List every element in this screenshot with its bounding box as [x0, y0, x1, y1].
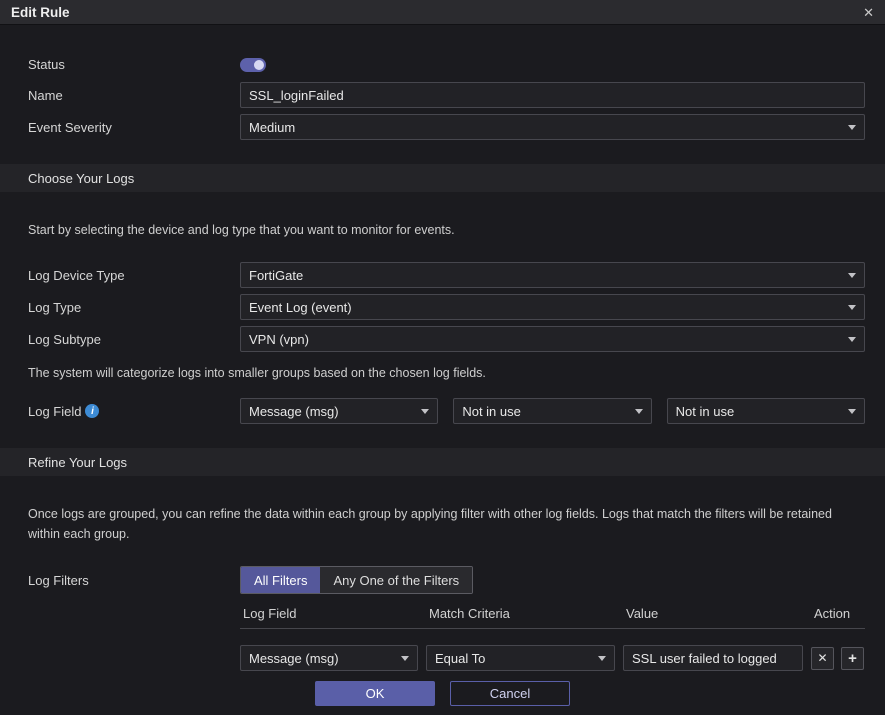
event-severity-select[interactable]: Medium — [240, 114, 865, 140]
chevron-down-icon — [848, 409, 856, 414]
choose-logs-intro: Start by selecting the device and log ty… — [28, 220, 843, 240]
chevron-down-icon — [401, 656, 409, 661]
all-filters-button[interactable]: All Filters — [241, 567, 320, 593]
name-label: Name — [28, 88, 240, 103]
refine-logs-intro: Once logs are grouped, you can refine th… — [28, 504, 843, 544]
toggle-knob — [254, 60, 264, 70]
log-filter-row: Message (msg) Equal To ✕ + — [240, 645, 865, 671]
chevron-down-icon — [848, 337, 856, 342]
add-icon: + — [848, 650, 857, 667]
log-field-select-1-value: Message (msg) — [249, 404, 339, 419]
chevron-down-icon — [848, 305, 856, 310]
log-field-label-text: Log Field — [28, 404, 81, 419]
any-filters-button[interactable]: Any One of the Filters — [320, 567, 472, 593]
log-field-row: Log Field i Message (msg) Not in use Not… — [28, 398, 865, 424]
chevron-down-icon — [635, 409, 643, 414]
log-field-select-3-value: Not in use — [676, 404, 735, 419]
info-icon[interactable]: i — [85, 404, 99, 418]
filter-mode-toggle-group: All Filters Any One of the Filters — [240, 566, 473, 594]
dialog-title: Edit Rule — [11, 5, 70, 20]
dialog-footer: OK Cancel — [0, 681, 885, 706]
close-icon[interactable]: ✕ — [863, 6, 874, 19]
remove-filter-button[interactable]: ✕ — [811, 647, 834, 670]
add-filter-button[interactable]: + — [841, 647, 864, 670]
log-device-type-label: Log Device Type — [28, 268, 240, 283]
refine-logs-section-title: Refine Your Logs — [28, 455, 127, 470]
filter-match-criteria-select[interactable]: Equal To — [426, 645, 615, 671]
log-type-label: Log Type — [28, 300, 240, 315]
column-header-match-criteria: Match Criteria — [429, 606, 626, 621]
log-subtype-row: Log Subtype VPN (vpn) — [28, 326, 865, 352]
column-header-value: Value — [626, 606, 814, 621]
ok-button[interactable]: OK — [315, 681, 435, 706]
log-field-label: Log Field i — [28, 404, 240, 419]
status-row: Status — [28, 57, 865, 72]
filter-log-field-value: Message (msg) — [249, 651, 339, 666]
event-severity-row: Event Severity Medium — [28, 114, 865, 140]
log-field-select-2-value: Not in use — [462, 404, 521, 419]
log-type-select[interactable]: Event Log (event) — [240, 294, 865, 320]
filter-value-input[interactable] — [623, 645, 803, 671]
log-subtype-select[interactable]: VPN (vpn) — [240, 326, 865, 352]
choose-logs-section-header: Choose Your Logs — [0, 164, 885, 192]
chevron-down-icon — [848, 273, 856, 278]
name-input[interactable] — [240, 82, 865, 108]
log-field-select-3[interactable]: Not in use — [667, 398, 865, 424]
log-filters-table-headers: Log Field Match Criteria Value Action — [240, 606, 865, 629]
column-header-log-field: Log Field — [243, 606, 429, 621]
cancel-button[interactable]: Cancel — [450, 681, 570, 706]
log-device-type-value: FortiGate — [249, 268, 303, 283]
log-field-select-2[interactable]: Not in use — [453, 398, 651, 424]
chevron-down-icon — [598, 656, 606, 661]
remove-icon: ✕ — [817, 651, 827, 665]
status-label: Status — [28, 57, 240, 72]
log-device-type-row: Log Device Type FortiGate — [28, 262, 865, 288]
refine-logs-section-header: Refine Your Logs — [0, 448, 885, 476]
log-filters-table: Log Field Match Criteria Value Action Me… — [240, 606, 865, 671]
categorize-note: The system will categorize logs into sma… — [28, 366, 857, 380]
log-subtype-value: VPN (vpn) — [249, 332, 309, 347]
dialog-titlebar: Edit Rule ✕ — [0, 0, 885, 25]
status-toggle[interactable] — [240, 58, 266, 72]
log-type-row: Log Type Event Log (event) — [28, 294, 865, 320]
log-filters-label: Log Filters — [28, 573, 240, 588]
event-severity-value: Medium — [249, 120, 295, 135]
column-header-action: Action — [814, 606, 865, 621]
filter-log-field-select[interactable]: Message (msg) — [240, 645, 418, 671]
name-row: Name — [28, 82, 865, 108]
chevron-down-icon — [421, 409, 429, 414]
event-severity-label: Event Severity — [28, 120, 240, 135]
log-subtype-label: Log Subtype — [28, 332, 240, 347]
choose-logs-section-title: Choose Your Logs — [28, 171, 134, 186]
log-device-type-select[interactable]: FortiGate — [240, 262, 865, 288]
log-type-value: Event Log (event) — [249, 300, 352, 315]
log-filters-row: Log Filters All Filters Any One of the F… — [28, 566, 865, 594]
log-field-select-1[interactable]: Message (msg) — [240, 398, 438, 424]
chevron-down-icon — [848, 125, 856, 130]
filter-match-criteria-value: Equal To — [435, 651, 485, 666]
